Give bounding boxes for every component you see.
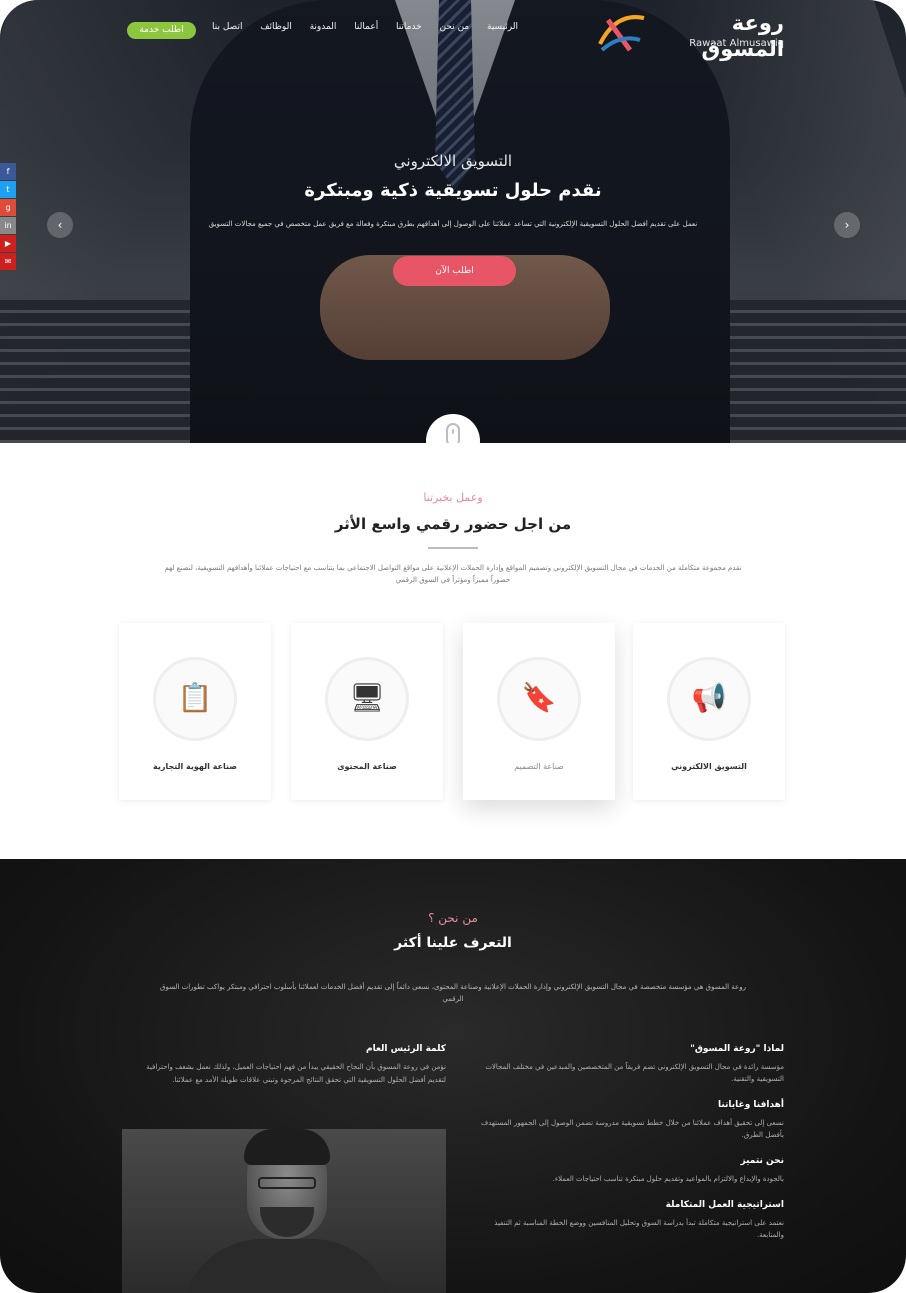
service-card-content[interactable]: 🖥 صناعة المحتوى xyxy=(291,623,443,800)
nav-link-about[interactable]: من نحن xyxy=(440,22,470,32)
services-kicker: وعمل بخبرتنا xyxy=(423,491,483,504)
youtube-icon[interactable]: ▶ xyxy=(0,235,16,252)
service-card-label: صناعة المحتوى xyxy=(337,762,397,771)
team-message-title: كلمة الرئيس العام xyxy=(365,1044,446,1054)
hero-cta-button[interactable]: اطلب الآن xyxy=(393,256,516,286)
brand-logo[interactable]: روعة المسوق Rawaat Almusawiq xyxy=(594,8,786,61)
about-item-text: بالجودة والإبداع والالتزام بالمواعيد وتق… xyxy=(552,1175,784,1183)
about-kicker: من نحن ؟ xyxy=(428,911,478,925)
team-member-photo xyxy=(122,1129,446,1293)
hero-title: نقدم حلول تسويقية ذكية ومبتكرة xyxy=(304,180,602,201)
brand-name: روعة المسوق xyxy=(701,11,784,61)
linkedin-icon[interactable]: in xyxy=(0,217,16,234)
megaphone-icon: 📢 xyxy=(691,681,727,714)
monitor-icon: 🖥 xyxy=(349,681,385,714)
photo-body xyxy=(182,1239,392,1293)
main-nav: روعة المسوق Rawaat Almusawiq الرئيسية من… xyxy=(0,0,906,62)
hero-kicker: التسويق الالكتروني xyxy=(393,152,513,170)
services-section: وعمل بخبرتنا من اجل حضور رقمي واسع الأثر… xyxy=(0,443,906,860)
service-card-brand-identity[interactable]: 📋 صناعة الهوية التجارية xyxy=(119,623,271,800)
hero-description: نعمل على تقديم أفضل الحلول التسويقية الإ… xyxy=(208,220,698,228)
nav-link-contact[interactable]: اتصل بنا xyxy=(212,22,242,32)
nav-links: الرئيسية من نحن خدماتنا أعمالنا المدونة … xyxy=(212,22,518,32)
brand-subtitle: Rawaat Almusawiq xyxy=(689,38,784,49)
clipboard-icon: 📋 xyxy=(177,681,213,714)
about-item-text: نسعى إلى تحقيق أهداف عملائنا من خلال خطط… xyxy=(480,1119,784,1139)
service-card-marketing[interactable]: 📢 التسويق الالكتروني xyxy=(633,623,785,800)
about-item-text: مؤسسة رائدة في مجال التسويق الإلكتروني ت… xyxy=(485,1063,784,1083)
nav-link-jobs[interactable]: الوظائف xyxy=(260,22,292,32)
email-icon[interactable]: ✉ xyxy=(0,253,16,270)
service-card-label: التسويق الالكتروني xyxy=(671,762,747,771)
team-message-text: نؤمن في روعة المسوق بأن النجاح الحقيقي ي… xyxy=(146,1063,446,1084)
about-item-text: نعتمد على استراتيجية متكاملة تبدأ بدراسة… xyxy=(494,1219,784,1239)
services-title: من اجل حضور رقمي واسع الأثر xyxy=(334,515,572,533)
about-team-column: كلمة الرئيس العام نؤمن في روعة المسوق بأ… xyxy=(126,1044,446,1087)
page-frame: روعة المسوق Rawaat Almusawiq الرئيسية من… xyxy=(0,0,906,1293)
photo-glasses xyxy=(258,1177,316,1189)
slider-prev-arrow-icon[interactable]: ‹ xyxy=(47,212,73,238)
nav-link-blog[interactable]: المدونة xyxy=(310,22,337,32)
nav-link-portfolio[interactable]: أعمالنا xyxy=(354,22,378,32)
hero-section: روعة المسوق Rawaat Almusawiq الرئيسية من… xyxy=(0,0,906,443)
about-description: روعة المسوق هي مؤسسة متخصصة في مجال التس… xyxy=(160,983,746,1003)
services-description: نقدم مجموعة متكاملة من الخدمات في مجال ا… xyxy=(164,564,742,584)
bookmark-icon: 🔖 xyxy=(521,681,557,714)
about-item-title: أهدافنا وغاياتنا xyxy=(717,1100,784,1110)
nav-cta-button[interactable]: اطلب خدمة xyxy=(127,22,196,39)
about-item-title: لماذا "روعة المسوق" xyxy=(690,1044,784,1054)
logo-mark-icon xyxy=(598,15,645,52)
about-section: من نحن ؟ التعرف علينا أكثر روعة المسوق ه… xyxy=(0,859,906,1293)
about-features-column: لماذا "روعة المسوق" مؤسسة رائدة في مجال … xyxy=(466,1044,784,1256)
about-title: التعرف علينا أكثر xyxy=(394,935,512,951)
about-item-title: نحن نتميز xyxy=(740,1156,784,1166)
service-card-design[interactable]: 🔖 صناعة التصميم xyxy=(463,623,615,800)
nav-link-home[interactable]: الرئيسية xyxy=(487,22,518,32)
service-card-label: صناعة الهوية التجارية xyxy=(152,762,238,771)
about-item-title: استراتيجية العمل المتكاملة xyxy=(665,1200,784,1210)
nav-link-services[interactable]: خدماتنا xyxy=(396,22,422,32)
photo-hair xyxy=(244,1129,330,1165)
google-plus-icon[interactable]: g xyxy=(0,199,16,216)
service-card-label: صناعة التصميم xyxy=(514,762,564,771)
services-divider xyxy=(428,547,478,549)
slider-next-arrow-icon[interactable]: › xyxy=(834,212,860,238)
